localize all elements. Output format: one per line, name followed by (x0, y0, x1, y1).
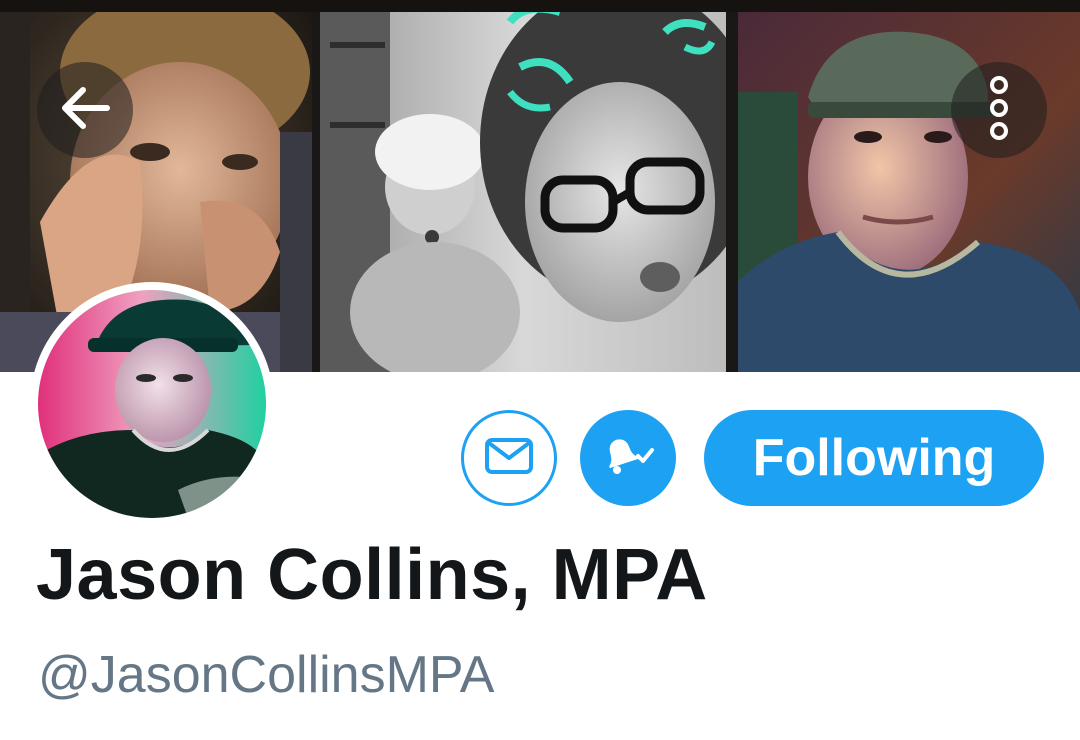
profile-handle: @JasonCollinsMPA (38, 646, 495, 704)
header-photo-3 (738, 12, 1080, 372)
arrow-left-icon (59, 86, 111, 135)
following-button[interactable]: Following (704, 410, 1044, 506)
avatar-image (38, 290, 266, 518)
profile-screen: Following Jason Collins, MPA @JasonColli… (0, 0, 1080, 740)
more-options-button[interactable] (951, 62, 1047, 158)
notifications-button[interactable] (580, 410, 676, 506)
message-button[interactable] (461, 410, 557, 506)
more-vertical-icon (987, 75, 1011, 145)
envelope-icon (485, 437, 533, 479)
back-button[interactable] (37, 62, 133, 158)
profile-avatar[interactable] (30, 282, 274, 526)
profile-display-name: Jason Collins, MPA (36, 535, 708, 615)
header-photo-2 (320, 12, 726, 372)
status-bar (0, 0, 1080, 12)
bell-check-icon (600, 434, 656, 483)
